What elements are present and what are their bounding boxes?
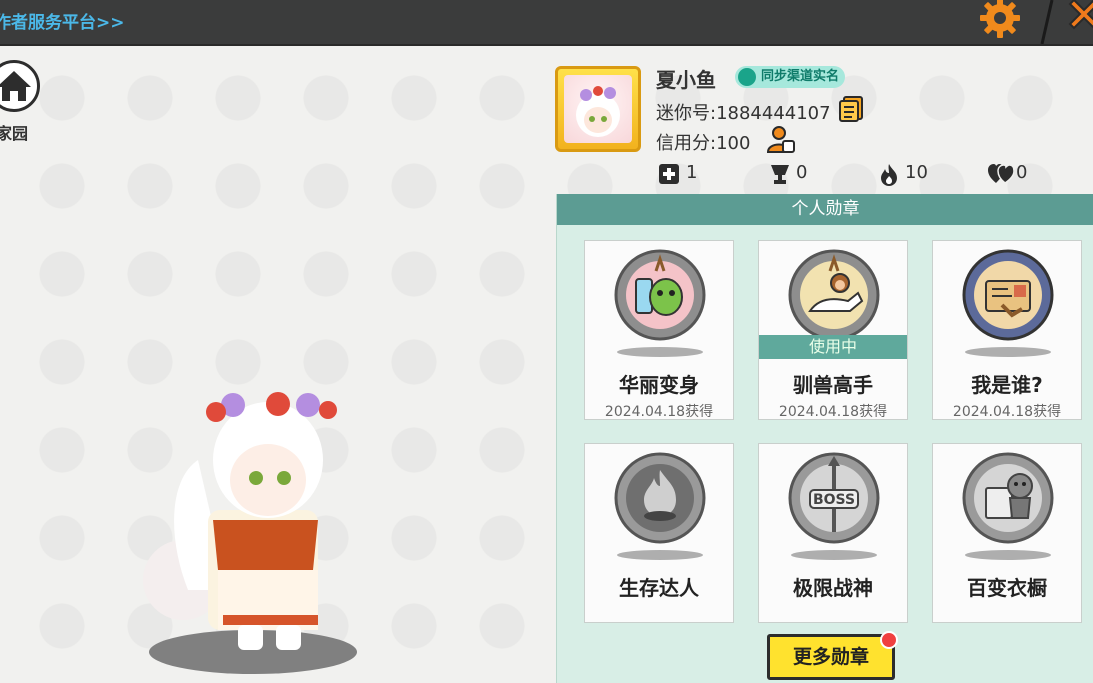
trophy-icon <box>771 165 789 184</box>
stat-flame-value: 10 <box>905 162 928 183</box>
divider-slash <box>1040 0 1054 44</box>
medal-title: 我是谁? <box>971 373 1043 397</box>
medal-card-who-am-i[interactable]: 我是谁? 2024.04.18获得 <box>932 240 1082 420</box>
credit-score: 信用分:100 <box>656 133 751 154</box>
boss-spear-medal-icon: BOSS <box>788 452 880 544</box>
close-icon[interactable] <box>1064 0 1093 34</box>
user-check-icon <box>738 68 756 86</box>
home-button[interactable] <box>0 60 40 112</box>
medal-shadow <box>965 347 1051 357</box>
more-medals-button[interactable]: 更多勋章 <box>767 634 895 680</box>
dino-costume-medal-icon <box>614 249 706 341</box>
home-label: 家园 <box>0 124 29 143</box>
stat-plus-value: 1 <box>686 162 698 183</box>
copy-icon[interactable] <box>838 95 864 123</box>
user-shield-icon[interactable] <box>766 124 796 154</box>
medal-title: 百变衣橱 <box>967 576 1047 600</box>
medal-header: 个人勋章 <box>557 194 1093 225</box>
player-name: 夏小鱼 <box>656 68 716 92</box>
profile-avatar[interactable] <box>555 66 641 152</box>
medal-card-survival-expert[interactable]: 生存达人 <box>584 443 734 623</box>
hearts-icon <box>988 164 1014 184</box>
wardrobe-medal-icon <box>962 452 1054 544</box>
medal-date: 2024.04.18获得 <box>952 404 1062 420</box>
medal-date: 2024.04.18获得 <box>604 404 714 420</box>
flame-icon <box>881 164 897 186</box>
gear-icon[interactable] <box>978 0 1022 40</box>
medal-shadow <box>965 550 1051 560</box>
player-character <box>143 392 357 674</box>
medal-shadow <box>791 550 877 560</box>
creator-platform-link[interactable]: 作者服务平台>> <box>0 8 125 33</box>
verify-badge[interactable]: 同步渠道实名 <box>735 66 846 88</box>
medal-shadow <box>617 550 703 560</box>
medal-title: 华丽变身 <box>619 373 699 397</box>
mini-id: 迷你号:1884444107 <box>656 103 831 124</box>
monkey-horse-medal-icon <box>788 249 880 341</box>
medal-title: 极限战神 <box>793 576 873 600</box>
avatar-image <box>564 75 632 143</box>
campfire-medal-icon <box>614 452 706 544</box>
medal-card-gorgeous-transform[interactable]: 华丽变身 2024.04.18获得 <box>584 240 734 420</box>
id-card-medal-icon <box>962 249 1054 341</box>
in-use-badge: 使用中 <box>759 335 907 359</box>
medal-card-extreme-war-god[interactable]: BOSS 极限战神 <box>758 443 908 623</box>
top-bar: 作者服务平台>> <box>0 0 1093 46</box>
medal-title: 生存达人 <box>619 576 699 600</box>
medal-panel: 个人勋章 华丽变身 2024.04.18获得 使用中 驯兽高手 2024.04.… <box>556 194 1093 683</box>
boss-text: BOSS <box>813 492 855 508</box>
avatar-portrait <box>576 86 620 137</box>
medal-title: 驯兽高手 <box>793 373 873 397</box>
medal-date: 2024.04.18获得 <box>778 404 888 420</box>
medal-card-wardrobe[interactable]: 百变衣橱 <box>932 443 1082 623</box>
medal-card-beast-tamer[interactable]: 使用中 驯兽高手 2024.04.18获得 <box>758 240 908 420</box>
medal-shadow <box>617 347 703 357</box>
plus-square-icon <box>659 164 679 184</box>
verify-badge-label: 同步渠道实名 <box>761 69 840 84</box>
stat-hearts-value: 0 <box>1016 162 1028 183</box>
stat-trophy-value: 0 <box>796 162 808 183</box>
notification-dot <box>880 631 898 649</box>
house-icon <box>0 71 31 101</box>
